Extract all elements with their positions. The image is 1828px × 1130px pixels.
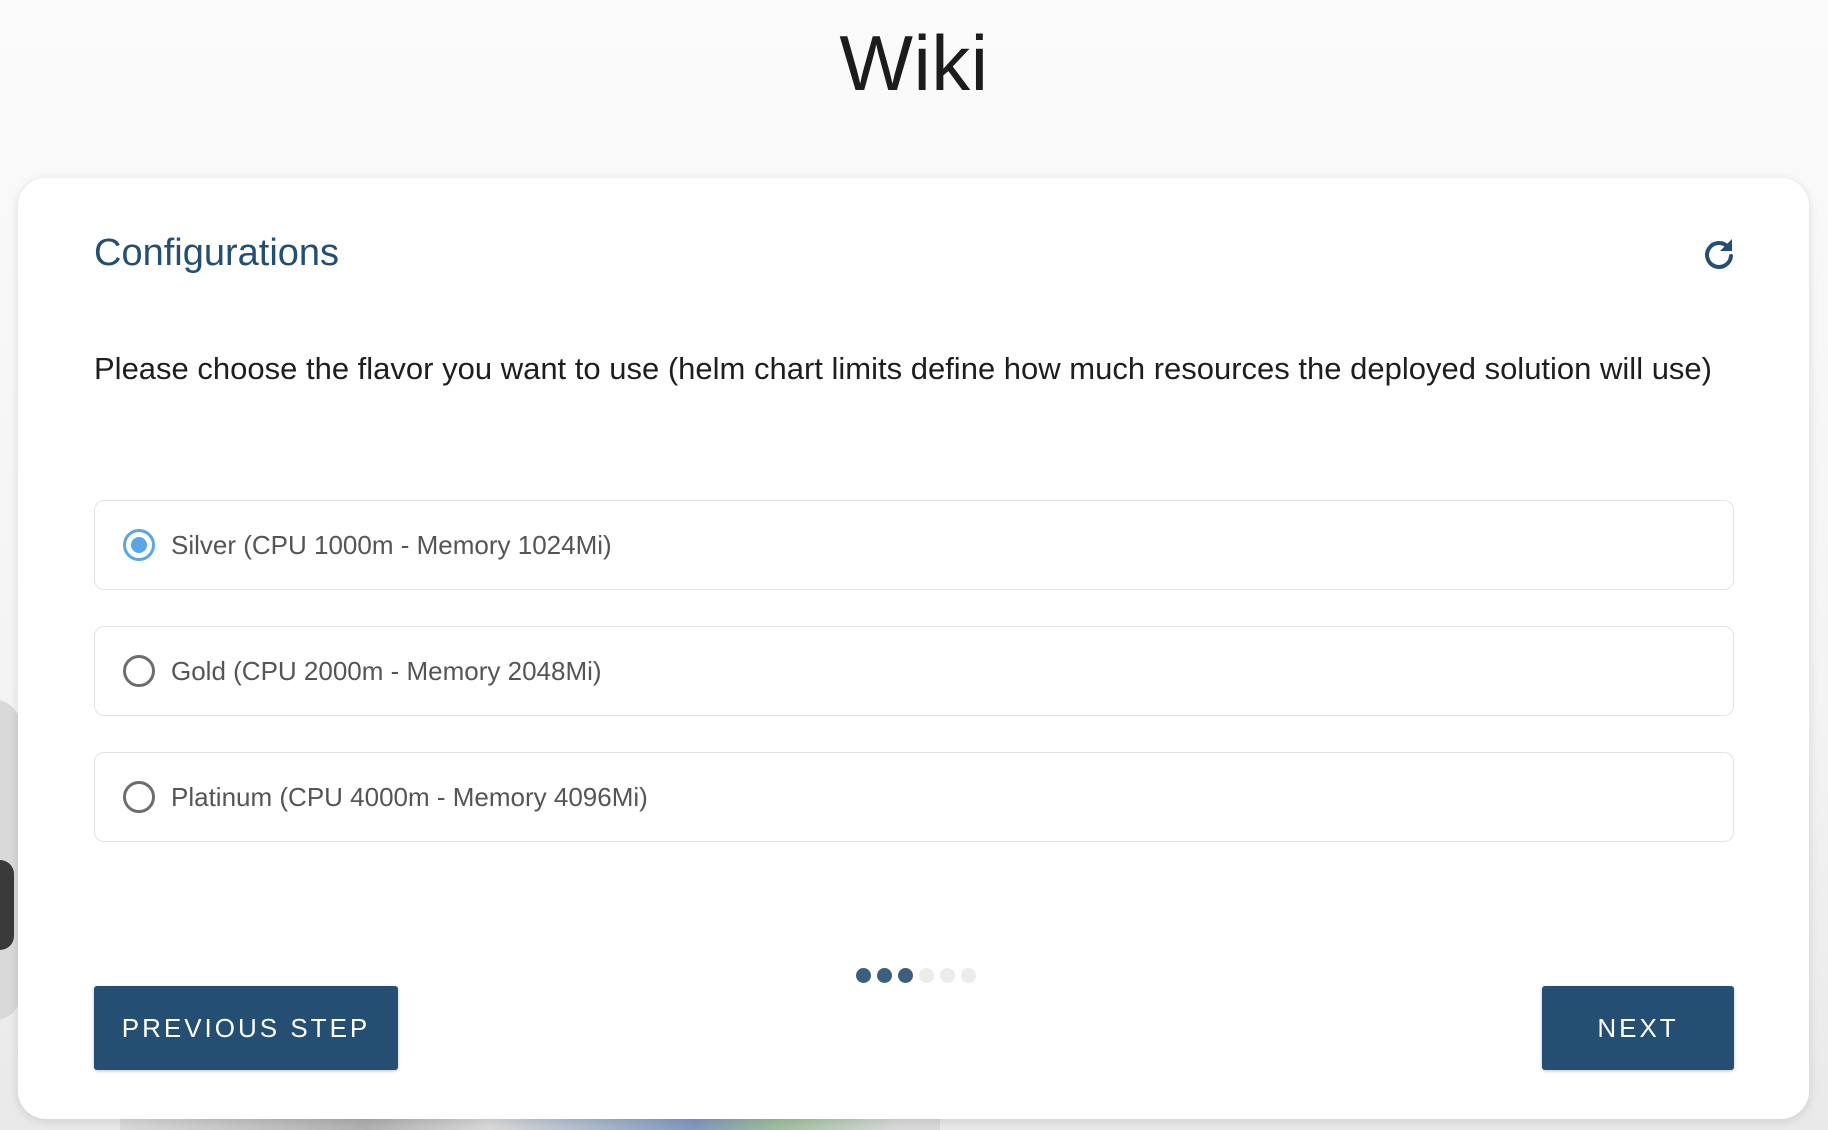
refresh-icon[interactable] [1701, 236, 1737, 272]
option-label: Platinum (CPU 4000m - Memory 4096Mi) [171, 781, 648, 812]
instructions-text: Please choose the flavor you want to use… [94, 351, 1712, 386]
radio-button[interactable] [123, 781, 155, 813]
flavor-option-gold[interactable]: Gold (CPU 2000m - Memory 2048Mi) [94, 626, 1734, 716]
configuration-card: Configurations Please choose the flavor … [18, 178, 1809, 1119]
step-dot [961, 968, 976, 983]
step-dot [877, 968, 892, 983]
option-label: Gold (CPU 2000m - Memory 2048Mi) [171, 655, 602, 686]
next-button[interactable]: NEXT [1542, 986, 1734, 1070]
flavor-option-silver[interactable]: Silver (CPU 1000m - Memory 1024Mi) [94, 500, 1734, 590]
step-dot [856, 968, 871, 983]
previous-step-button[interactable]: PREVIOUS STEP [94, 986, 398, 1070]
step-dot [940, 968, 955, 983]
radio-button[interactable] [123, 655, 155, 687]
card-title: Configurations [94, 232, 340, 274]
step-dot [898, 968, 913, 983]
option-label: Silver (CPU 1000m - Memory 1024Mi) [171, 529, 612, 560]
flavor-option-platinum[interactable]: Platinum (CPU 4000m - Memory 4096Mi) [94, 752, 1734, 842]
radio-button-selected[interactable] [123, 529, 155, 561]
background-decoration [0, 860, 14, 950]
flavor-options: Silver (CPU 1000m - Memory 1024Mi) Gold … [94, 500, 1734, 878]
step-indicator [856, 968, 976, 983]
step-dot [919, 968, 934, 983]
page-title: Wiki [839, 19, 989, 107]
